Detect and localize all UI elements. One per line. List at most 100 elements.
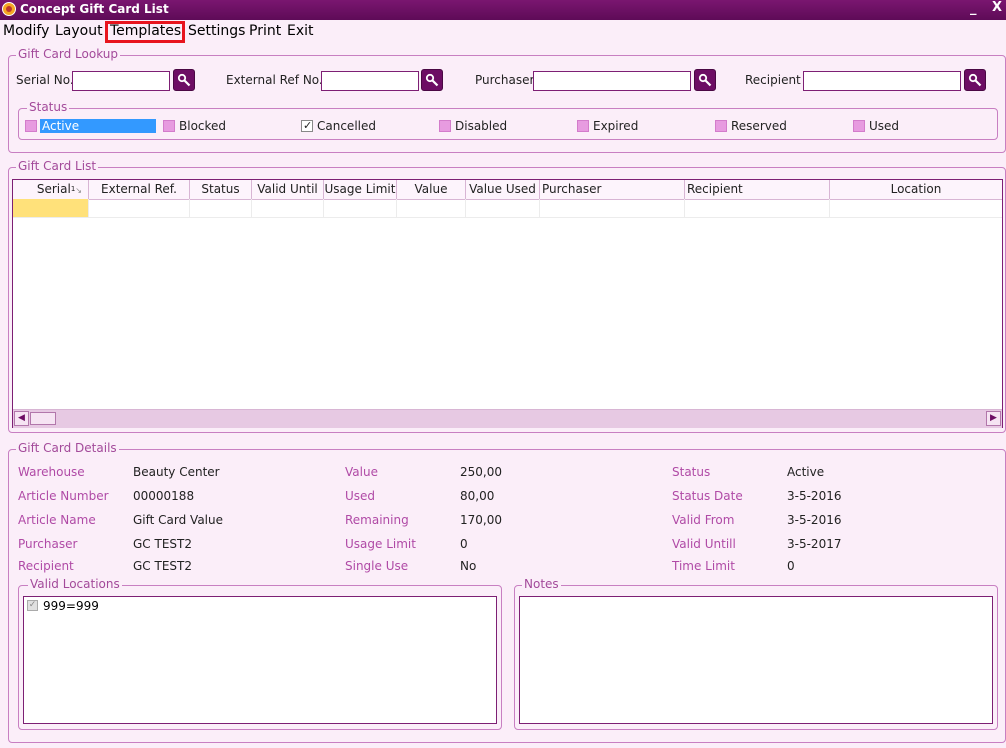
- serial-search-button[interactable]: [173, 69, 195, 91]
- status-legend: Status: [27, 100, 70, 114]
- usage-limit-value: 0: [460, 537, 468, 551]
- cell-value[interactable]: [397, 199, 466, 217]
- article-number-label: Article Number: [18, 489, 109, 503]
- status-detail-label: Status: [672, 465, 711, 479]
- cell-recipient[interactable]: [685, 199, 830, 217]
- col-serial-label: Serial: [36, 182, 71, 196]
- col-location[interactable]: Location: [830, 180, 1002, 199]
- purchaser-detail-label: Purchaser: [18, 537, 78, 551]
- col-external-ref[interactable]: External Ref.: [89, 180, 190, 199]
- minimize-button[interactable]: _: [970, 1, 977, 16]
- valid-locations-list[interactable]: ✓ 999=999: [23, 596, 497, 724]
- col-status[interactable]: Status: [190, 180, 252, 199]
- status-blocked-label[interactable]: Blocked: [179, 119, 226, 133]
- external-ref-search-button[interactable]: [421, 69, 443, 91]
- status-expired-label[interactable]: Expired: [593, 119, 638, 133]
- horizontal-scrollbar[interactable]: ◀ ▶: [13, 409, 1002, 428]
- article-number-value: 00000188: [133, 489, 195, 503]
- purchaser-label: Purchaser: [475, 73, 535, 87]
- search-icon: [425, 73, 439, 87]
- menu-settings[interactable]: Settings: [188, 23, 245, 39]
- col-serial[interactable]: Serial1↘: [13, 180, 89, 199]
- col-usage-limit[interactable]: Usage Limit: [324, 180, 397, 199]
- cell-usage-limit[interactable]: [324, 199, 397, 217]
- col-value[interactable]: Value: [397, 180, 466, 199]
- menu-modify[interactable]: Modify: [3, 23, 49, 39]
- cell-purchaser[interactable]: [540, 199, 685, 217]
- title-bar: Concept Gift Card List _ X: [0, 0, 1006, 20]
- notes-legend: Notes: [522, 577, 561, 591]
- serial-input[interactable]: [72, 71, 170, 91]
- valid-from-value: 3-5-2016: [787, 513, 842, 527]
- list-legend: Gift Card List: [16, 159, 99, 173]
- status-active-label[interactable]: Active: [40, 119, 156, 133]
- cell-serial[interactable]: [13, 199, 89, 217]
- notes-textarea[interactable]: [519, 596, 993, 724]
- scroll-right-icon[interactable]: ▶: [986, 411, 1001, 426]
- col-value-used[interactable]: Value Used: [466, 180, 540, 199]
- recipient-detail-label: Recipient: [18, 559, 74, 573]
- col-purchaser[interactable]: Purchaser: [540, 180, 685, 199]
- value-label: Value: [345, 465, 378, 479]
- search-icon: [698, 73, 712, 87]
- status-reserved-label[interactable]: Reserved: [731, 119, 787, 133]
- sort-icon: ↘: [75, 186, 82, 195]
- templates-highlight-box: [105, 21, 185, 43]
- scroll-thumb[interactable]: [30, 412, 56, 425]
- status-used-label[interactable]: Used: [869, 119, 899, 133]
- col-valid-until[interactable]: Valid Until: [252, 180, 324, 199]
- single-use-value: No: [460, 559, 477, 573]
- single-use-label: Single Use: [345, 559, 409, 573]
- purchaser-search-button[interactable]: [694, 69, 716, 91]
- location-item[interactable]: 999=999: [43, 599, 99, 613]
- external-ref-label: External Ref No.: [226, 73, 323, 87]
- close-button[interactable]: X: [992, 0, 1002, 15]
- status-reserved-checkbox[interactable]: [715, 120, 727, 132]
- table-row[interactable]: [13, 199, 1002, 218]
- used-value: 80,00: [460, 489, 495, 503]
- status-date-value: 3-5-2016: [787, 489, 842, 503]
- time-limit-value: 0: [787, 559, 795, 573]
- gift-card-grid[interactable]: Serial1↘ External Ref. Status Valid Unti…: [12, 179, 1003, 428]
- used-label: Used: [345, 489, 376, 503]
- recipient-label: Recipient: [745, 73, 801, 87]
- status-disabled-checkbox[interactable]: [439, 120, 451, 132]
- status-cancelled-label[interactable]: Cancelled: [317, 119, 376, 133]
- time-limit-label: Time Limit: [672, 559, 735, 573]
- cell-valid-until[interactable]: [252, 199, 324, 217]
- window-title: Concept Gift Card List: [20, 2, 169, 16]
- valid-untill-value: 3-5-2017: [787, 537, 842, 551]
- menu-layout[interactable]: Layout: [55, 23, 103, 39]
- menu-print[interactable]: Print: [249, 23, 281, 39]
- warehouse-label: Warehouse: [18, 465, 85, 479]
- purchaser-input[interactable]: [533, 71, 691, 91]
- app-icon: [2, 2, 16, 16]
- purchaser-detail-value: GC TEST2: [133, 537, 192, 551]
- search-icon: [177, 73, 191, 87]
- cell-external-ref[interactable]: [89, 199, 190, 217]
- menu-exit[interactable]: Exit: [287, 23, 314, 39]
- status-date-label: Status Date: [672, 489, 743, 503]
- scroll-left-icon[interactable]: ◀: [14, 411, 29, 426]
- lookup-legend: Gift Card Lookup: [16, 47, 121, 61]
- status-disabled-label[interactable]: Disabled: [455, 119, 507, 133]
- cell-location[interactable]: [830, 199, 1002, 217]
- location-checkbox[interactable]: ✓: [27, 600, 38, 611]
- usage-limit-label: Usage Limit: [345, 537, 416, 551]
- recipient-search-button[interactable]: [964, 69, 986, 91]
- article-name-value: Gift Card Value: [133, 513, 224, 527]
- status-used-checkbox[interactable]: [853, 120, 865, 132]
- search-icon: [968, 73, 982, 87]
- status-blocked-checkbox[interactable]: [163, 120, 175, 132]
- cell-value-used[interactable]: [466, 199, 540, 217]
- external-ref-input[interactable]: [321, 71, 419, 91]
- status-cancelled-checkbox[interactable]: [301, 119, 313, 132]
- recipient-input[interactable]: [803, 71, 961, 91]
- warehouse-value: Beauty Center: [133, 465, 220, 479]
- valid-untill-label: Valid Untill: [672, 537, 736, 551]
- status-expired-checkbox[interactable]: [577, 120, 589, 132]
- cell-status[interactable]: [190, 199, 252, 217]
- remaining-label: Remaining: [345, 513, 409, 527]
- col-recipient[interactable]: Recipient: [685, 180, 830, 199]
- status-active-checkbox[interactable]: [25, 120, 37, 132]
